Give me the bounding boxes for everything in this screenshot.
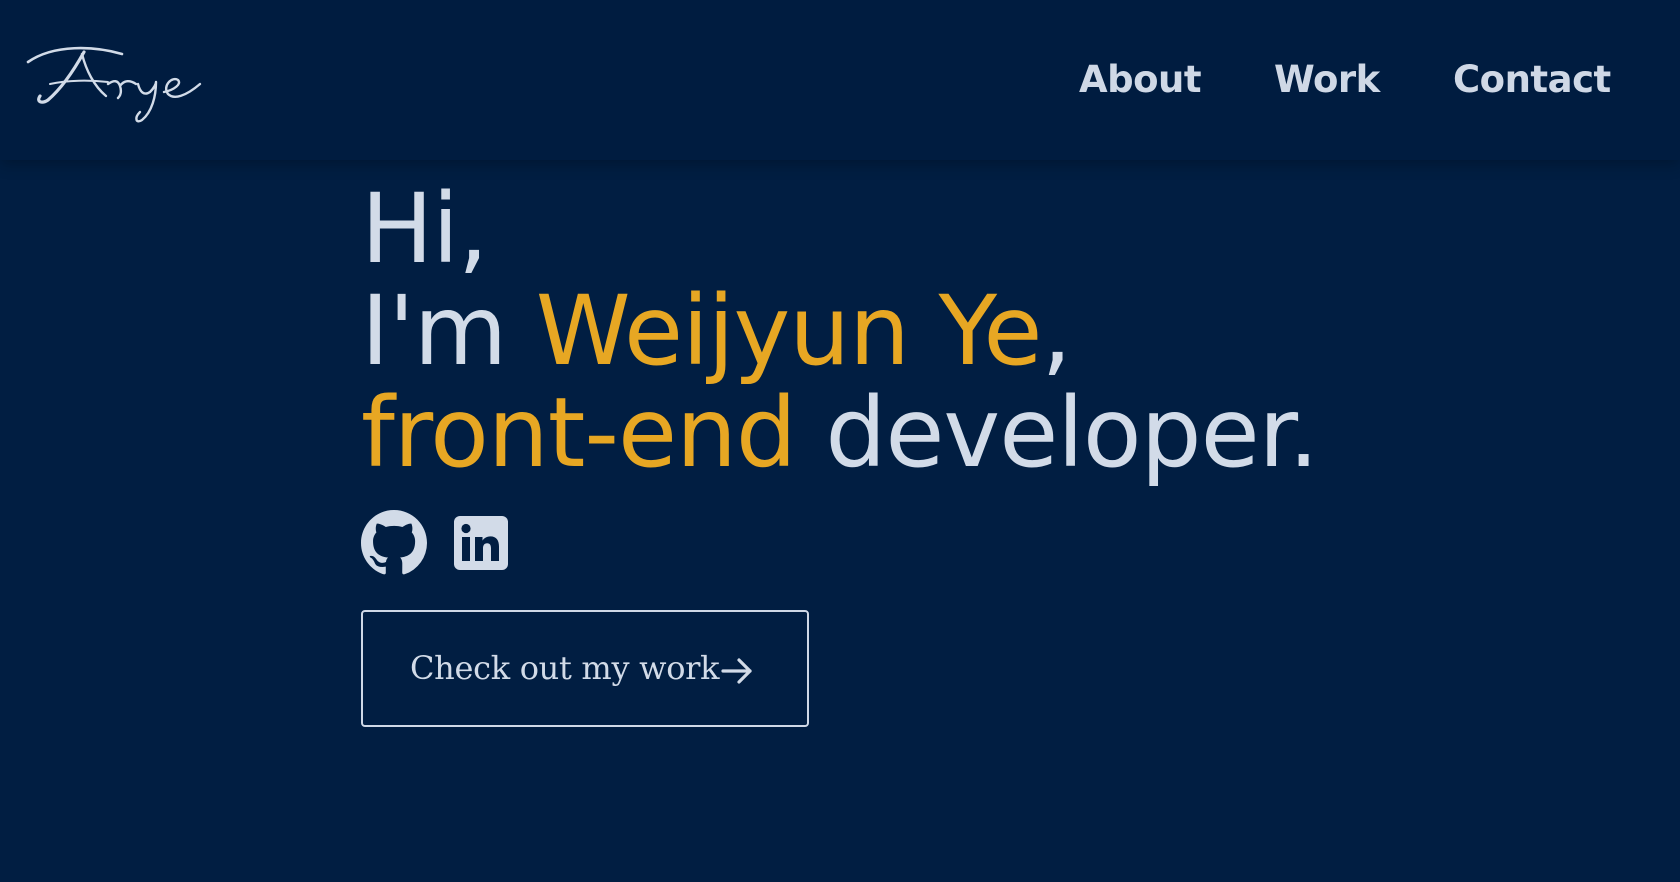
nav-link-contact[interactable]: Contact: [1453, 58, 1611, 101]
hero-greeting: Hi,: [361, 173, 488, 285]
hero-intro-prefix: I'm: [361, 275, 536, 387]
hero-name: Weijyun Ye: [535, 275, 1043, 387]
nav-link-about[interactable]: About: [1079, 58, 1202, 101]
nav-link-work[interactable]: Work: [1274, 58, 1380, 101]
arrow-right-icon: [721, 658, 752, 684]
logo-signature: [26, 46, 202, 123]
hero-role-line: front-end developer.: [361, 382, 1561, 484]
site-logo[interactable]: [24, 40, 214, 130]
linkedin-icon: [454, 516, 508, 570]
hero-role-rest: developer.: [795, 377, 1318, 489]
hero-heading: Hi, I'm Weijyun Ye, front-end developer.: [361, 178, 1561, 484]
hero-name-suffix: ,: [1041, 275, 1071, 387]
github-icon: [361, 510, 427, 575]
cta-label: Check out my work: [410, 649, 720, 687]
hero-role-highlight: front-end: [361, 377, 797, 489]
hero-intro-line: I'm Weijyun Ye,: [361, 280, 1561, 382]
navbar: About Work Contact: [0, 0, 1680, 160]
github-link[interactable]: [361, 510, 427, 580]
check-out-work-button[interactable]: Check out my work: [361, 610, 809, 727]
linkedin-link[interactable]: [454, 510, 508, 574]
